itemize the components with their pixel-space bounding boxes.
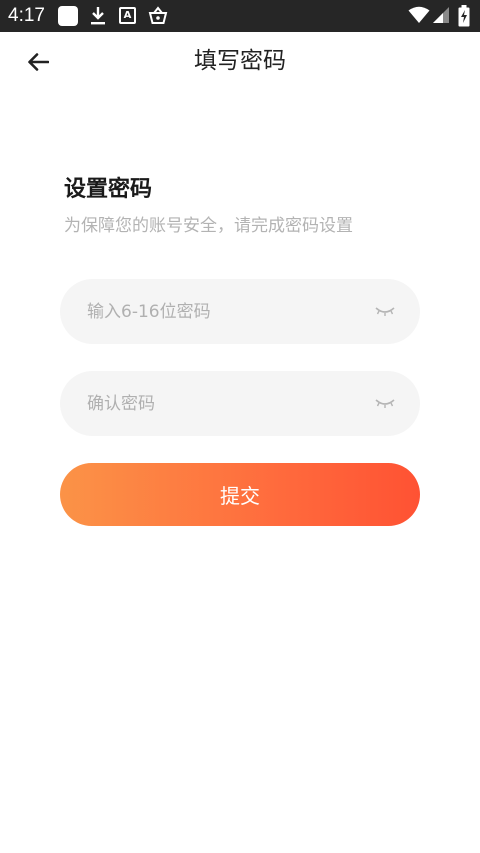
password-input[interactable] [87, 279, 367, 344]
eye-closed-icon [375, 399, 395, 408]
signal-icon [432, 6, 450, 28]
confirm-password-input[interactable] [87, 371, 367, 436]
status-bar: 4:17 A [0, 0, 480, 32]
download-icon [89, 6, 107, 30]
battery-icon [458, 5, 470, 31]
confirm-visibility-toggle[interactable] [374, 395, 396, 411]
password-visibility-toggle[interactable] [374, 303, 396, 319]
basket-icon [148, 6, 168, 30]
form-heading: 设置密码 [64, 177, 153, 202]
eye-closed-icon [375, 307, 395, 316]
app-square-icon [58, 6, 78, 26]
confirm-password-field [60, 371, 420, 436]
page-title: 填写密码 [194, 48, 286, 74]
wifi-icon [408, 6, 430, 28]
status-time: 4:17 [8, 5, 45, 26]
submit-button[interactable]: 提交 [60, 463, 420, 526]
a-badge-icon: A [119, 7, 136, 24]
form-subheading: 为保障您的账号安全，请完成密码设置 [64, 216, 353, 236]
password-field [60, 279, 420, 344]
